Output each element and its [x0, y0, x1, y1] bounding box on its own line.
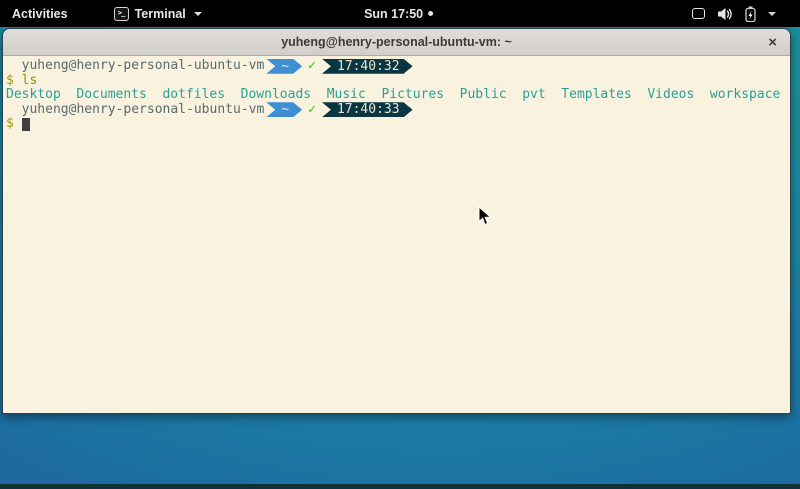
- typed-command: ls: [22, 74, 38, 89]
- exit-status-check-icon: ✓: [308, 103, 316, 118]
- directory-name: Public: [460, 88, 507, 103]
- input-line[interactable]: $: [6, 117, 787, 132]
- clock-label: Sun 17:50: [364, 7, 423, 21]
- window-titlebar[interactable]: yuheng@henry-personal-ubuntu-vm: ~ ×: [3, 29, 790, 56]
- prompt-line-1: yuheng@henry-personal-ubuntu-vm ~ ✓ 17:4…: [6, 59, 787, 74]
- powerline-path-segment: ~: [266, 59, 302, 74]
- prompt-line-2: yuheng@henry-personal-ubuntu-vm ~ ✓ 17:4…: [6, 103, 787, 118]
- battery-charging-icon: [745, 6, 756, 22]
- display-icon: [692, 8, 705, 19]
- chevron-down-icon: [194, 12, 202, 16]
- powerline-time-segment: 17:40:33: [322, 102, 413, 117]
- activities-button[interactable]: Activities: [0, 0, 80, 27]
- prompt-dollar: $: [6, 117, 14, 132]
- clock-button[interactable]: Sun 17:50: [364, 0, 433, 27]
- ls-output-line: Desktop Documents dotfiles Downloads Mus…: [6, 88, 787, 103]
- chevron-down-icon: [768, 12, 776, 16]
- terminal-window: yuheng@henry-personal-ubuntu-vm: ~ × yuh…: [2, 28, 791, 414]
- exit-status-check-icon: ✓: [308, 59, 316, 74]
- mouse-pointer-icon: [478, 206, 492, 226]
- directory-name: dotfiles: [162, 88, 225, 103]
- powerline-time-segment: 17:40:32: [322, 59, 413, 74]
- directory-name: Music: [327, 88, 366, 103]
- volume-icon: [717, 7, 733, 21]
- terminal-output-area[interactable]: yuheng@henry-personal-ubuntu-vm ~ ✓ 17:4…: [3, 56, 790, 413]
- directory-name: pvt: [522, 88, 545, 103]
- directory-name: Downloads: [241, 88, 311, 103]
- directory-name: Templates: [561, 88, 631, 103]
- directory-name: Videos: [647, 88, 694, 103]
- directory-name: workspace: [710, 88, 780, 103]
- close-button[interactable]: ×: [768, 29, 777, 55]
- terminal-icon: >_: [114, 7, 129, 21]
- directory-name: Documents: [76, 88, 146, 103]
- directory-name: Desktop: [6, 88, 61, 103]
- command-line: $ ls: [6, 74, 787, 89]
- app-menu-label: Terminal: [135, 7, 186, 21]
- powerline-path-segment: ~: [266, 102, 302, 117]
- app-menu-terminal[interactable]: >_ Terminal: [108, 0, 208, 27]
- text-cursor: [22, 118, 30, 131]
- activities-label: Activities: [12, 7, 68, 21]
- desktop-bottom-edge: [0, 484, 800, 489]
- prompt-user-host: yuheng@henry-personal-ubuntu-vm: [6, 103, 264, 118]
- prompt-user-host: yuheng@henry-personal-ubuntu-vm: [6, 59, 264, 74]
- notification-dot-icon: [428, 11, 433, 16]
- window-title: yuheng@henry-personal-ubuntu-vm: ~: [281, 35, 512, 49]
- prompt-dollar: $: [6, 74, 14, 89]
- directory-name: Pictures: [381, 88, 444, 103]
- system-status-menu[interactable]: [692, 0, 776, 27]
- top-bar: Activities >_ Terminal Sun 17:50: [0, 0, 800, 27]
